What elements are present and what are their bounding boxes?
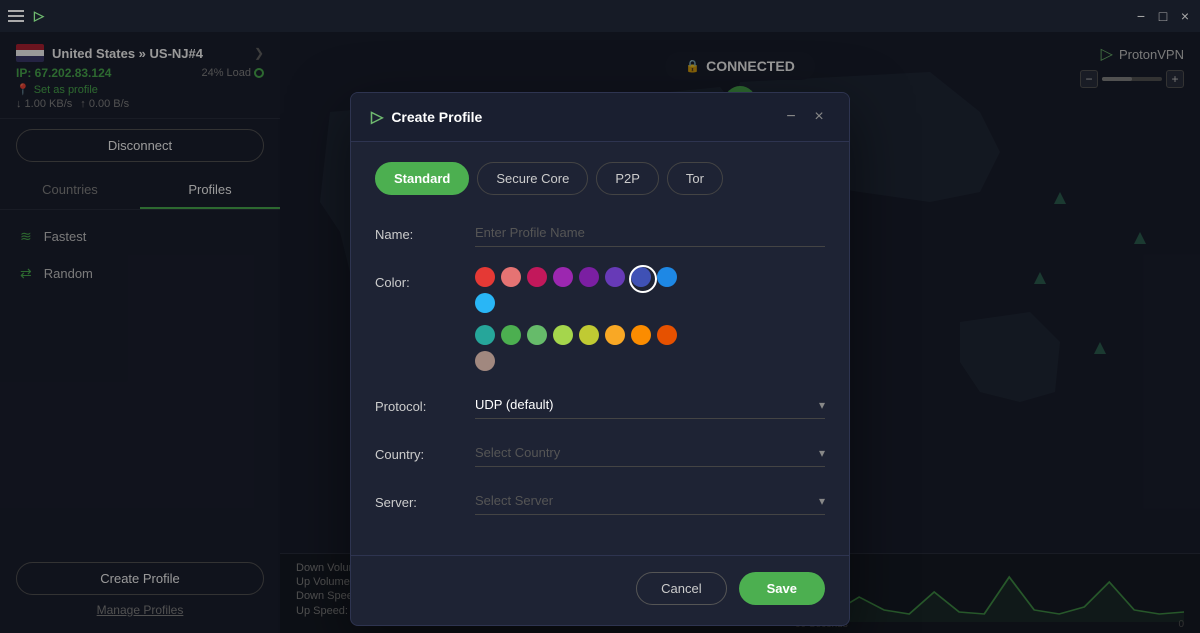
color-dot-2[interactable] — [527, 267, 547, 287]
title-bar-right: − □ × — [1134, 9, 1192, 23]
protocol-label: Protocol: — [375, 391, 455, 414]
color-dot-16[interactable] — [657, 325, 677, 345]
color-dot-8[interactable] — [475, 293, 495, 313]
color-dot-1[interactable] — [501, 267, 521, 287]
color-control — [475, 267, 825, 371]
server-label: Server: — [375, 487, 455, 510]
title-bar: ▷ − □ × — [0, 0, 1200, 32]
create-profile-dialog: ▷ Create Profile − × Standard Secure Cor… — [350, 92, 850, 626]
dialog-minimize-button[interactable]: − — [781, 107, 801, 127]
tab-secure-core[interactable]: Secure Core — [477, 162, 588, 195]
color-picker — [475, 267, 695, 371]
color-dot-11[interactable] — [527, 325, 547, 345]
name-input[interactable] — [475, 219, 825, 247]
title-bar-left: ▷ — [8, 8, 44, 24]
protocol-dropdown[interactable]: UDP (default) ▾ — [475, 391, 825, 419]
form-row-country: Country: Select Country ▾ — [375, 439, 825, 467]
dialog-close-button[interactable]: × — [809, 107, 829, 127]
color-dot-17[interactable] — [475, 351, 495, 371]
server-placeholder: Select Server — [475, 493, 553, 508]
dialog-title-text: Create Profile — [391, 109, 482, 125]
dialog-footer: Cancel Save — [351, 555, 849, 625]
name-label: Name: — [375, 219, 455, 242]
country-select[interactable]: Select Country ▾ — [475, 439, 825, 467]
form-row-name: Name: — [375, 219, 825, 247]
server-select[interactable]: Select Server ▾ — [475, 487, 825, 515]
country-control: Select Country ▾ — [475, 439, 825, 467]
color-dot-10[interactable] — [501, 325, 521, 345]
hamburger-icon[interactable] — [8, 10, 24, 22]
color-label: Color: — [375, 267, 455, 290]
dialog-title: ▷ Create Profile — [371, 107, 482, 127]
protocol-value: UDP (default) — [475, 397, 554, 412]
proton-logo-small: ▷ — [34, 8, 44, 24]
color-dot-12[interactable] — [553, 325, 573, 345]
color-dot-6[interactable] — [631, 267, 651, 287]
color-dot-3[interactable] — [553, 267, 573, 287]
country-dropdown-arrow: ▾ — [819, 446, 825, 460]
server-dropdown-arrow: ▾ — [819, 494, 825, 508]
protocol-dropdown-arrow: ▾ — [819, 398, 825, 412]
server-control: Select Server ▾ — [475, 487, 825, 515]
country-label: Country: — [375, 439, 455, 462]
protocol-control: UDP (default) ▾ — [475, 391, 825, 419]
color-dot-0[interactable] — [475, 267, 495, 287]
country-placeholder: Select Country — [475, 445, 560, 460]
color-dot-9[interactable] — [475, 325, 495, 345]
form-row-server: Server: Select Server ▾ — [375, 487, 825, 515]
minimize-button[interactable]: − — [1134, 9, 1148, 23]
close-button[interactable]: × — [1178, 9, 1192, 23]
save-button[interactable]: Save — [739, 572, 825, 605]
dialog-body: Standard Secure Core P2P Tor Name: Color… — [351, 142, 849, 555]
maximize-button[interactable]: □ — [1156, 9, 1170, 23]
dialog-header-buttons: − × — [781, 107, 829, 127]
color-dot-14[interactable] — [605, 325, 625, 345]
form-row-protocol: Protocol: UDP (default) ▾ — [375, 391, 825, 419]
tab-standard[interactable]: Standard — [375, 162, 469, 195]
tab-tor[interactable]: Tor — [667, 162, 723, 195]
tab-p2p[interactable]: P2P — [596, 162, 659, 195]
form-row-color: Color: — [375, 267, 825, 371]
dialog-overlay: ▷ Create Profile − × Standard Secure Cor… — [0, 32, 1200, 633]
color-dot-7[interactable] — [657, 267, 677, 287]
color-dot-4[interactable] — [579, 267, 599, 287]
color-dot-5[interactable] — [605, 267, 625, 287]
dialog-title-icon: ▷ — [371, 107, 383, 127]
profile-type-tabs: Standard Secure Core P2P Tor — [375, 162, 825, 195]
color-dot-13[interactable] — [579, 325, 599, 345]
cancel-button[interactable]: Cancel — [636, 572, 726, 605]
name-control — [475, 219, 825, 247]
color-dot-15[interactable] — [631, 325, 651, 345]
dialog-header: ▷ Create Profile − × — [351, 93, 849, 142]
